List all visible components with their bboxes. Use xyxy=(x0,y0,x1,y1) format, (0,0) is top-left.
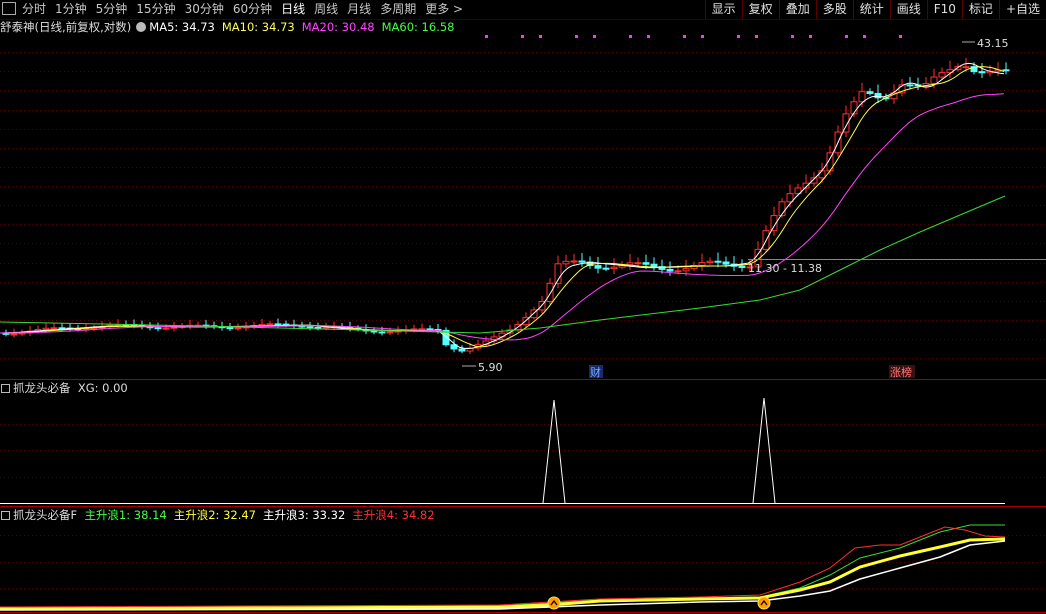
candle xyxy=(226,327,234,330)
range-label: 11.30 - 11.38 xyxy=(748,262,822,275)
candle xyxy=(866,91,874,94)
signal-dot xyxy=(683,35,686,38)
ma60-line xyxy=(0,195,1006,334)
signal-dot xyxy=(755,35,758,38)
signal-dot xyxy=(809,35,812,38)
candle xyxy=(234,327,242,330)
kline-chart[interactable]: 11.30 - 11.38 43.15 5.90 财 涨榜 xyxy=(0,0,1046,614)
signal-marker xyxy=(547,596,561,610)
candle xyxy=(546,282,554,302)
signal-dot xyxy=(575,35,578,38)
candle xyxy=(650,263,658,268)
candle xyxy=(370,330,378,333)
signal-dot xyxy=(899,35,902,38)
candle xyxy=(722,261,730,265)
candle xyxy=(714,260,722,263)
signal-marker xyxy=(757,596,771,610)
candle xyxy=(578,260,586,263)
candle xyxy=(682,268,690,272)
ma20-line xyxy=(0,93,1005,341)
candle xyxy=(10,333,18,336)
candle xyxy=(738,265,746,268)
candle xyxy=(706,260,714,264)
high-label: 43.15 xyxy=(977,37,1009,50)
candle xyxy=(458,348,466,352)
xg-spike xyxy=(542,399,566,504)
wave2-line xyxy=(0,537,1006,611)
candle xyxy=(306,326,314,329)
signal-dot xyxy=(701,35,704,38)
candle xyxy=(906,84,914,87)
event-label: 财 xyxy=(590,365,601,379)
candle xyxy=(274,323,282,326)
signal-dot xyxy=(629,35,632,38)
signal-dot xyxy=(791,35,794,38)
candle xyxy=(386,331,394,334)
candle xyxy=(1002,69,1010,72)
candle xyxy=(858,91,866,103)
candle xyxy=(562,260,570,265)
candle xyxy=(818,170,826,179)
candle xyxy=(642,262,650,265)
candle xyxy=(266,323,274,326)
candle xyxy=(570,260,578,263)
candle xyxy=(154,327,162,330)
candle xyxy=(50,327,58,330)
candle xyxy=(314,326,322,329)
wave4-line xyxy=(0,526,1006,608)
candle xyxy=(426,328,434,331)
signal-dot xyxy=(845,35,848,38)
signal-dot xyxy=(593,35,596,38)
candle xyxy=(602,267,610,270)
candle xyxy=(978,71,986,74)
candle xyxy=(418,328,426,331)
candle xyxy=(666,268,674,272)
signal-dot xyxy=(647,35,650,38)
signal-dot xyxy=(521,35,524,38)
signal-dot xyxy=(539,35,542,38)
candle xyxy=(42,327,50,330)
candle xyxy=(162,327,170,330)
candle xyxy=(962,66,970,69)
candle xyxy=(930,76,938,85)
candle xyxy=(170,326,178,329)
signal-dot xyxy=(863,35,866,38)
low-label: 5.90 xyxy=(478,361,503,374)
signal-dot xyxy=(485,35,488,38)
event-label: 涨榜 xyxy=(890,365,912,379)
candle xyxy=(626,262,634,266)
candle xyxy=(698,262,706,266)
wave1-line xyxy=(0,524,1005,609)
candle xyxy=(938,72,946,78)
candle xyxy=(594,265,602,269)
candle xyxy=(634,262,642,265)
candle xyxy=(674,270,682,273)
signal-dot xyxy=(737,35,740,38)
candle xyxy=(258,323,266,327)
candle xyxy=(610,266,618,270)
candle xyxy=(378,331,386,334)
wave3-line xyxy=(0,540,1006,611)
